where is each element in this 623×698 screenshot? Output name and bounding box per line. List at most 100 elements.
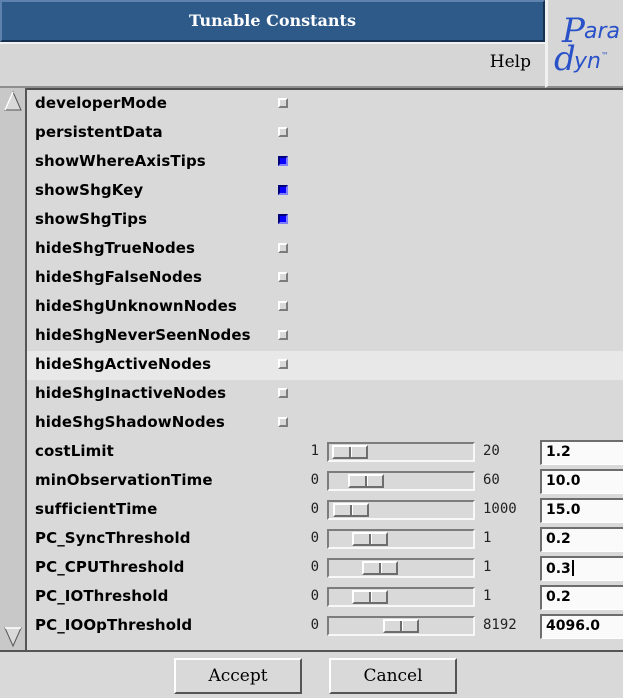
value-text: 15.0 xyxy=(546,502,581,518)
constant-name: PC_CPUThreshold xyxy=(35,558,185,576)
slider-thumb[interactable] xyxy=(352,532,388,546)
toggle-checkbox[interactable] xyxy=(278,243,288,253)
slider-thumb[interactable] xyxy=(332,445,368,459)
value-slider[interactable] xyxy=(327,471,475,491)
slider-max-label: 1 xyxy=(483,559,492,575)
slider-min-label: 0 xyxy=(310,472,319,488)
slider-thumb[interactable] xyxy=(348,474,384,488)
float-row: PC_SyncThreshold 0 1 0.2 xyxy=(27,525,623,554)
bool-row: hideShgActiveNodes xyxy=(27,351,623,380)
text-cursor xyxy=(571,560,574,576)
menu-bar: Help xyxy=(0,42,545,88)
toggle-checkbox[interactable] xyxy=(278,359,288,369)
button-bar: Accept Cancel xyxy=(0,650,623,698)
bool-row: hideShgShadowNodes xyxy=(27,409,623,438)
toggle-checkbox[interactable] xyxy=(278,388,288,398)
toggle-checkbox[interactable] xyxy=(278,301,288,311)
slider-thumb[interactable] xyxy=(333,503,369,517)
value-slider[interactable] xyxy=(327,442,475,462)
slider-thumb[interactable] xyxy=(383,619,419,633)
float-row: PC_CPUThreshold 0 1 0.3 xyxy=(27,554,623,583)
help-menu[interactable]: Help xyxy=(490,52,531,72)
constant-name: PC_IOThreshold xyxy=(35,587,169,605)
constants-list: developerMode persistentData showWhereAxis… xyxy=(27,88,623,650)
float-row: costLimit 1 20 1.2 xyxy=(27,438,623,467)
constant-name: showShgTips xyxy=(35,210,148,228)
toggle-checkbox[interactable] xyxy=(278,98,288,108)
accept-button[interactable]: Accept xyxy=(174,658,302,694)
value-slider[interactable] xyxy=(327,500,475,520)
slider-max-label: 8192 xyxy=(483,617,517,633)
bool-row: hideShgFalseNodes xyxy=(27,264,623,293)
toggle-checkbox[interactable] xyxy=(278,330,288,340)
slider-thumb[interactable] xyxy=(352,590,388,604)
constant-name: showWhereAxisTips xyxy=(35,152,206,170)
constant-name: hideShgUnknownNodes xyxy=(35,297,237,315)
bool-row: showShgKey xyxy=(27,177,623,206)
float-row: sufficientTime 0 1000 15.0 xyxy=(27,496,623,525)
toggle-checkbox[interactable] xyxy=(278,214,288,224)
scroll-down-arrow-icon[interactable] xyxy=(4,626,22,648)
vertical-scrollbar[interactable] xyxy=(0,88,27,650)
value-text: 0.3 xyxy=(546,561,571,577)
logo-tm-glyph: ™ xyxy=(601,51,609,60)
slider-max-label: 1 xyxy=(483,588,492,604)
scroll-up-arrow-icon[interactable] xyxy=(4,90,22,112)
toggle-checkbox[interactable] xyxy=(278,127,288,137)
constant-name: PC_IOOpThreshold xyxy=(35,616,193,634)
value-text: 0.2 xyxy=(546,589,571,605)
float-row: PC_IOThreshold 0 1 0.2 xyxy=(27,583,623,612)
constant-name: hideShgInactiveNodes xyxy=(35,384,227,402)
value-entry[interactable]: 10.0 xyxy=(540,469,623,494)
value-entry[interactable]: 0.2 xyxy=(540,527,623,552)
bool-row: hideShgNeverSeenNodes xyxy=(27,322,623,351)
value-slider[interactable] xyxy=(327,587,475,607)
value-entry[interactable]: 15.0 xyxy=(540,498,623,523)
value-slider[interactable] xyxy=(327,616,475,636)
bool-row: hideShgUnknownNodes xyxy=(27,293,623,322)
value-slider[interactable] xyxy=(327,529,475,549)
constant-name: hideShgTrueNodes xyxy=(35,239,196,257)
bool-row: hideShgTrueNodes xyxy=(27,235,623,264)
slider-max-label: 1000 xyxy=(483,501,517,517)
constant-name: hideShgFalseNodes xyxy=(35,268,203,286)
slider-min-label: 0 xyxy=(310,501,319,517)
constant-name: developerMode xyxy=(35,94,168,112)
value-entry[interactable]: 1.2 xyxy=(540,440,623,465)
constant-name: sufficientTime xyxy=(35,500,158,518)
slider-min-label: 1 xyxy=(310,443,319,459)
slider-min-label: 0 xyxy=(310,588,319,604)
slider-max-label: 20 xyxy=(483,443,500,459)
window-title-bar: Tunable Constants xyxy=(0,0,545,42)
toggle-checkbox[interactable] xyxy=(278,185,288,195)
bool-row: showShgTips xyxy=(27,206,623,235)
constant-name: hideShgShadowNodes xyxy=(35,413,225,431)
constant-name: PC_SyncThreshold xyxy=(35,529,191,547)
value-entry[interactable]: 0.3 xyxy=(540,556,623,581)
slider-min-label: 0 xyxy=(310,530,319,546)
value-text: 1.2 xyxy=(546,444,571,460)
constant-name: persistentData xyxy=(35,123,163,141)
float-row: PC_IOOpThreshold 0 8192 4096.0 xyxy=(27,612,623,641)
value-text: 4096.0 xyxy=(546,618,601,634)
logo-yn-glyph: yn xyxy=(573,49,601,74)
float-row: minObservationTime 0 60 10.0 xyxy=(27,467,623,496)
slider-max-label: 1 xyxy=(483,530,492,546)
value-text: 10.0 xyxy=(546,473,581,489)
cancel-button[interactable]: Cancel xyxy=(329,658,457,694)
toggle-checkbox[interactable] xyxy=(278,272,288,282)
paradyn-logo: P ara d yn ™ xyxy=(545,0,623,88)
constants-panel: developerMode persistentData showWhereAxis… xyxy=(0,88,623,650)
value-slider[interactable] xyxy=(327,558,475,578)
value-entry[interactable]: 0.2 xyxy=(540,585,623,610)
toggle-checkbox[interactable] xyxy=(278,417,288,427)
constant-name: hideShgNeverSeenNodes xyxy=(35,326,251,344)
constant-name: costLimit xyxy=(35,442,114,460)
toggle-checkbox[interactable] xyxy=(278,156,288,166)
bool-row: showWhereAxisTips xyxy=(27,148,623,177)
value-entry[interactable]: 4096.0 xyxy=(540,614,623,639)
constant-name: minObservationTime xyxy=(35,471,213,489)
slider-min-label: 0 xyxy=(310,559,319,575)
slider-thumb[interactable] xyxy=(362,561,398,575)
bool-row: developerMode xyxy=(27,90,623,119)
